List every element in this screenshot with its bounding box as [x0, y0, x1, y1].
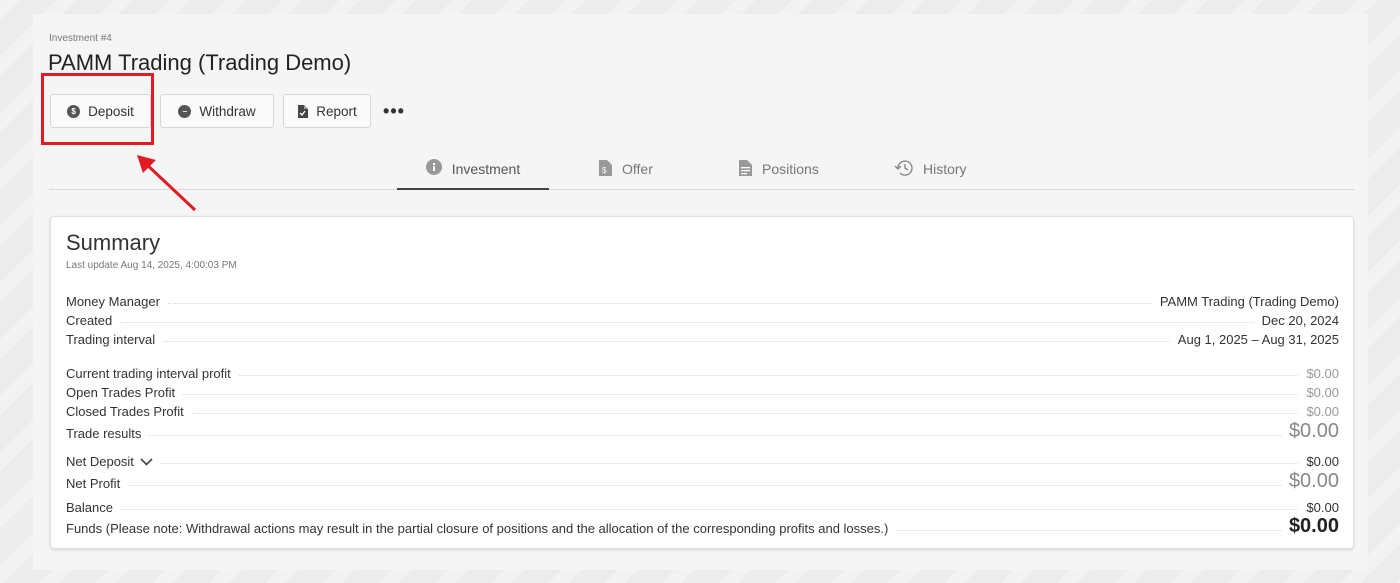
- row-value: Aug 1, 2025 – Aug 31, 2025: [1177, 332, 1339, 347]
- document-list-icon: [739, 159, 752, 179]
- row-value: $0.00: [1306, 500, 1339, 515]
- tab-investment[interactable]: Investment: [397, 149, 549, 190]
- report-label: Report: [316, 103, 357, 119]
- row-label: Trade results: [66, 426, 142, 441]
- summary-card: Summary Last update Aug 14, 2025, 4:00:0…: [50, 216, 1354, 549]
- more-options-button[interactable]: •••: [380, 94, 408, 128]
- row-value: $0.00: [1288, 515, 1339, 537]
- summary-title: Summary: [66, 230, 161, 255]
- investment-number: Investment #4: [49, 33, 112, 44]
- chevron-down-icon: [140, 457, 153, 466]
- row-value: PAMM Trading (Trading Demo): [1159, 294, 1339, 309]
- row-value: Dec 20, 2024: [1261, 313, 1339, 328]
- summary-row: Trading interval Aug 1, 2025 – Aug 31, 2…: [66, 328, 1339, 347]
- row-value: $0.00: [1306, 454, 1339, 469]
- row-value: $0.00: [1306, 366, 1339, 381]
- tab-investment-label: Investment: [451, 160, 521, 177]
- row-label: Current trading interval profit: [66, 366, 231, 381]
- report-button[interactable]: Report: [283, 94, 371, 128]
- tab-history[interactable]: History: [894, 149, 967, 189]
- tab-bar: Investment $ Offer Positions History: [49, 149, 1355, 190]
- row-label: Funds (Please note: Withdrawal actions m…: [66, 521, 889, 536]
- row-value: $0.00: [1306, 385, 1339, 400]
- row-label: Net Profit: [66, 476, 121, 491]
- history-icon: [894, 159, 913, 179]
- row-label: Trading interval: [66, 332, 156, 347]
- row-label: Created: [66, 313, 113, 328]
- row-value: $0.00: [1306, 404, 1339, 419]
- summary-row: Net Profit $0.00: [66, 469, 1339, 491]
- investment-panel: Investment #4 PAMM Trading (Trading Demo…: [33, 14, 1368, 570]
- row-label: Net Deposit: [66, 454, 134, 469]
- net-deposit-toggle[interactable]: Net Deposit: [66, 454, 153, 469]
- summary-row: Current trading interval profit $0.00: [66, 362, 1339, 381]
- row-label: Money Manager: [66, 294, 160, 309]
- summary-row: Balance $0.00: [66, 496, 1339, 515]
- action-toolbar: $ Deposit – Withdraw Report •••: [50, 94, 408, 128]
- last-update: Last update Aug 14, 2025, 4:00:03 PM: [66, 260, 237, 271]
- withdraw-button[interactable]: – Withdraw: [160, 94, 274, 128]
- withdraw-label: Withdraw: [199, 103, 256, 119]
- tab-history-label: History: [923, 161, 967, 177]
- row-label: Open Trades Profit: [66, 385, 176, 400]
- summary-row: Closed Trades Profit $0.00: [66, 400, 1339, 419]
- deposit-label: Deposit: [88, 103, 134, 119]
- summary-row: Funds (Please note: Withdrawal actions m…: [66, 514, 1339, 536]
- summary-row: Trade results $0.00: [66, 419, 1339, 441]
- svg-text:$: $: [602, 166, 607, 175]
- document-dollar-icon: $: [599, 159, 612, 179]
- deposit-button[interactable]: $ Deposit: [50, 94, 151, 128]
- row-label: Closed Trades Profit: [66, 404, 184, 419]
- report-icon: [298, 104, 309, 118]
- tab-positions[interactable]: Positions: [739, 149, 819, 189]
- tab-positions-label: Positions: [762, 161, 819, 177]
- summary-row: Money Manager PAMM Trading (Trading Demo…: [66, 290, 1339, 309]
- row-value: $0.00: [1288, 470, 1339, 492]
- row-value: $0.00: [1288, 420, 1339, 442]
- summary-row: Net Deposit $0.00: [66, 450, 1339, 469]
- summary-row: Created Dec 20, 2024: [66, 309, 1339, 328]
- row-label: Balance: [66, 500, 113, 515]
- tab-offer-label: Offer: [622, 161, 653, 177]
- info-icon: [425, 159, 442, 178]
- summary-row: Open Trades Profit $0.00: [66, 381, 1339, 400]
- page-title: PAMM Trading (Trading Demo): [48, 50, 352, 75]
- tab-offer[interactable]: $ Offer: [599, 149, 653, 189]
- minus-circle-icon: –: [178, 104, 192, 118]
- dollar-icon: $: [67, 104, 81, 118]
